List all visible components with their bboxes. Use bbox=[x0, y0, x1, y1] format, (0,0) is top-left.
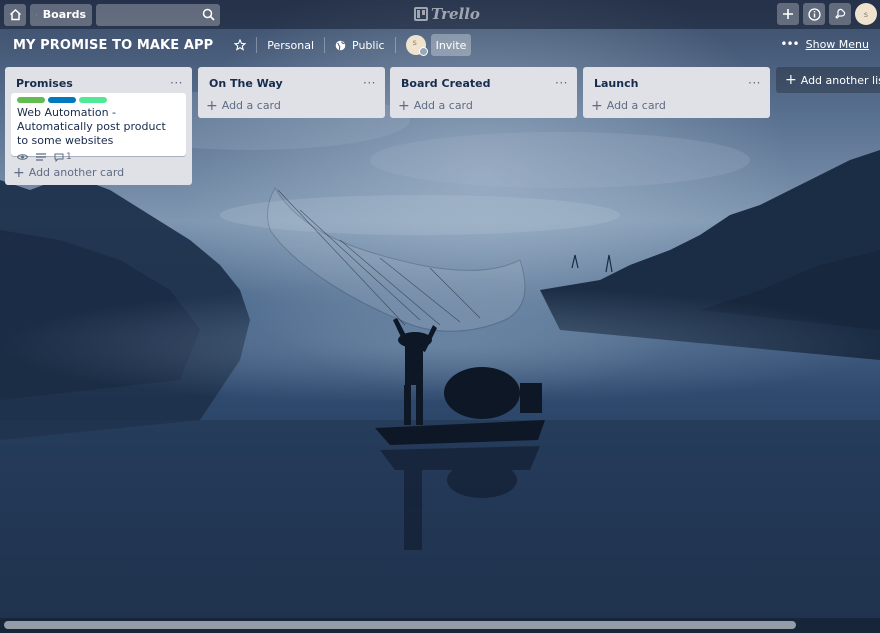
home-button[interactable] bbox=[4, 3, 26, 26]
trello-logo-icon bbox=[414, 7, 428, 21]
notifications-button[interactable] bbox=[829, 3, 851, 25]
search-icon[interactable] bbox=[202, 8, 215, 21]
add-card-button[interactable]: + Add a card bbox=[198, 93, 385, 118]
list-title[interactable]: On The Way bbox=[209, 77, 283, 90]
add-list-button[interactable]: + Add another list bbox=[776, 67, 880, 93]
plus-icon: + bbox=[206, 97, 218, 114]
board-icon bbox=[36, 14, 37, 15]
description-icon bbox=[36, 153, 46, 161]
plus-icon: + bbox=[591, 97, 603, 114]
header-divider bbox=[256, 37, 258, 53]
show-menu-button[interactable]: ••• Show Menu bbox=[780, 37, 869, 51]
list-launch: Launch ··· + Add a card bbox=[583, 67, 770, 118]
header-divider bbox=[324, 37, 326, 53]
comment-badge: 1 bbox=[54, 152, 72, 162]
more-horizontal-icon: ••• bbox=[780, 37, 799, 51]
show-menu-label: Show Menu bbox=[805, 37, 869, 51]
watching-badge bbox=[17, 153, 28, 161]
member-avatar-initial: s bbox=[412, 38, 417, 47]
info-icon bbox=[807, 7, 821, 21]
list-board-created: Board Created ··· + Add a card bbox=[390, 67, 577, 118]
list-promises: Promises ··· Web Automation - Automatica… bbox=[5, 67, 192, 185]
star-icon bbox=[234, 39, 247, 51]
horizontal-scrollbar[interactable] bbox=[0, 618, 880, 633]
header-divider bbox=[394, 37, 396, 53]
card-label-green[interactable] bbox=[17, 97, 45, 103]
user-avatar-initial: s bbox=[863, 9, 869, 19]
list-title[interactable]: Launch bbox=[594, 77, 638, 90]
plus-icon bbox=[783, 9, 793, 19]
boards-label: Boards bbox=[42, 8, 86, 21]
add-card-label: Add another card bbox=[28, 166, 125, 179]
trello-logo[interactable]: Trello bbox=[414, 5, 480, 23]
info-button[interactable] bbox=[803, 3, 825, 25]
list-header: On The Way ··· bbox=[198, 67, 385, 93]
card-labels bbox=[17, 97, 180, 103]
scrollbar-thumb[interactable] bbox=[4, 621, 796, 629]
boards-button[interactable]: Boards bbox=[30, 3, 92, 26]
invite-label: Invite bbox=[435, 38, 467, 52]
create-button[interactable] bbox=[777, 3, 799, 25]
member-avatar[interactable]: s bbox=[405, 35, 428, 56]
user-avatar[interactable]: s bbox=[855, 3, 877, 25]
visibility-label: Public bbox=[352, 38, 385, 52]
team-label: Personal bbox=[267, 38, 315, 52]
bell-icon bbox=[835, 8, 846, 19]
add-card-button[interactable]: + Add a card bbox=[390, 93, 577, 118]
board-title[interactable]: MY PROMISE TO MAKE APP bbox=[13, 38, 213, 53]
header-actions: s bbox=[777, 3, 877, 25]
comment-icon bbox=[54, 153, 64, 162]
add-card-button[interactable]: + Add a card bbox=[583, 93, 770, 118]
team-button[interactable]: Personal bbox=[261, 34, 320, 56]
comment-count: 1 bbox=[66, 152, 72, 162]
list-on-the-way: On The Way ··· + Add a card bbox=[198, 67, 385, 118]
add-card-label: Add a card bbox=[606, 99, 666, 112]
globe-icon bbox=[335, 40, 346, 50]
list-header: Promises ··· bbox=[5, 67, 192, 93]
search-box[interactable] bbox=[96, 3, 220, 26]
star-button[interactable] bbox=[228, 34, 252, 56]
invite-button[interactable]: Invite bbox=[430, 34, 472, 56]
plus-icon: + bbox=[13, 164, 25, 181]
add-card-button[interactable]: + Add another card bbox=[5, 160, 192, 185]
list-header: Launch ··· bbox=[583, 67, 770, 93]
list-header: Board Created ··· bbox=[390, 67, 577, 93]
list-menu-icon[interactable]: ··· bbox=[748, 77, 761, 89]
list-title[interactable]: Board Created bbox=[401, 77, 490, 90]
board-header: MY PROMISE TO MAKE APP Personal Public s… bbox=[0, 32, 880, 58]
list-menu-icon[interactable]: ··· bbox=[170, 77, 183, 89]
card-title: Web Automation - Automatically post prod… bbox=[17, 106, 166, 147]
add-card-label: Add a card bbox=[413, 99, 473, 112]
home-icon bbox=[9, 8, 21, 21]
plus-icon: + bbox=[785, 72, 797, 88]
top-header: Boards Trello s bbox=[0, 0, 880, 29]
add-list-label: Add another list bbox=[800, 73, 880, 87]
card-label-lime[interactable] bbox=[79, 97, 107, 103]
plus-icon: + bbox=[398, 97, 410, 114]
card-label-blue[interactable] bbox=[48, 97, 76, 103]
list-title[interactable]: Promises bbox=[16, 77, 73, 90]
logo-text: Trello bbox=[431, 5, 480, 23]
list-menu-icon[interactable]: ··· bbox=[363, 77, 376, 89]
eye-icon bbox=[17, 154, 28, 160]
add-card-label: Add a card bbox=[221, 99, 281, 112]
card[interactable]: Web Automation - Automatically post prod… bbox=[11, 93, 186, 162]
description-badge bbox=[36, 153, 46, 161]
visibility-button[interactable]: Public bbox=[329, 34, 391, 56]
list-menu-icon[interactable]: ··· bbox=[555, 77, 568, 89]
